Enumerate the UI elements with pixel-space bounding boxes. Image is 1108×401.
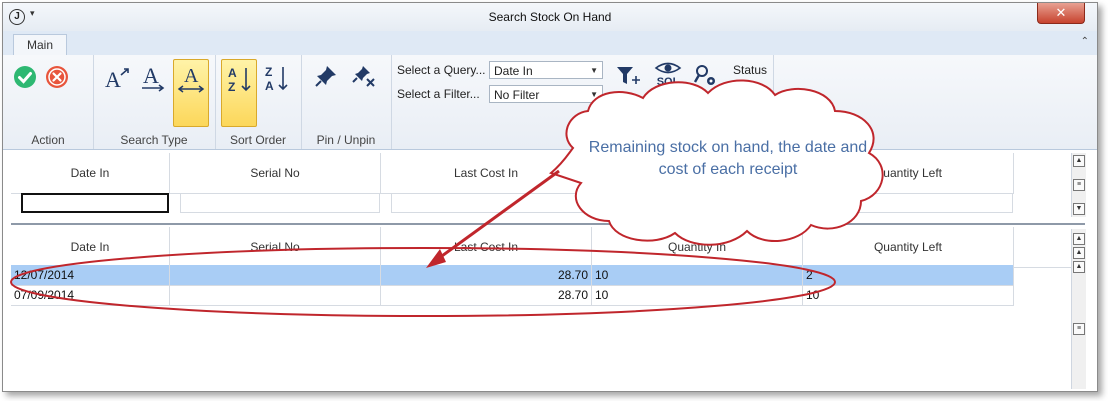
callout-pointer-arrow [434,169,560,263]
row-highlight-ring [10,247,836,317]
search-stock-window: J ▾ Search Stock On Hand ✕ Main ⌃ Action… [2,2,1098,392]
callout-text: Remaining stock on hand, the date and co… [588,139,868,178]
arrow-head-icon [426,249,446,268]
annotation-overlay [10,79,884,317]
